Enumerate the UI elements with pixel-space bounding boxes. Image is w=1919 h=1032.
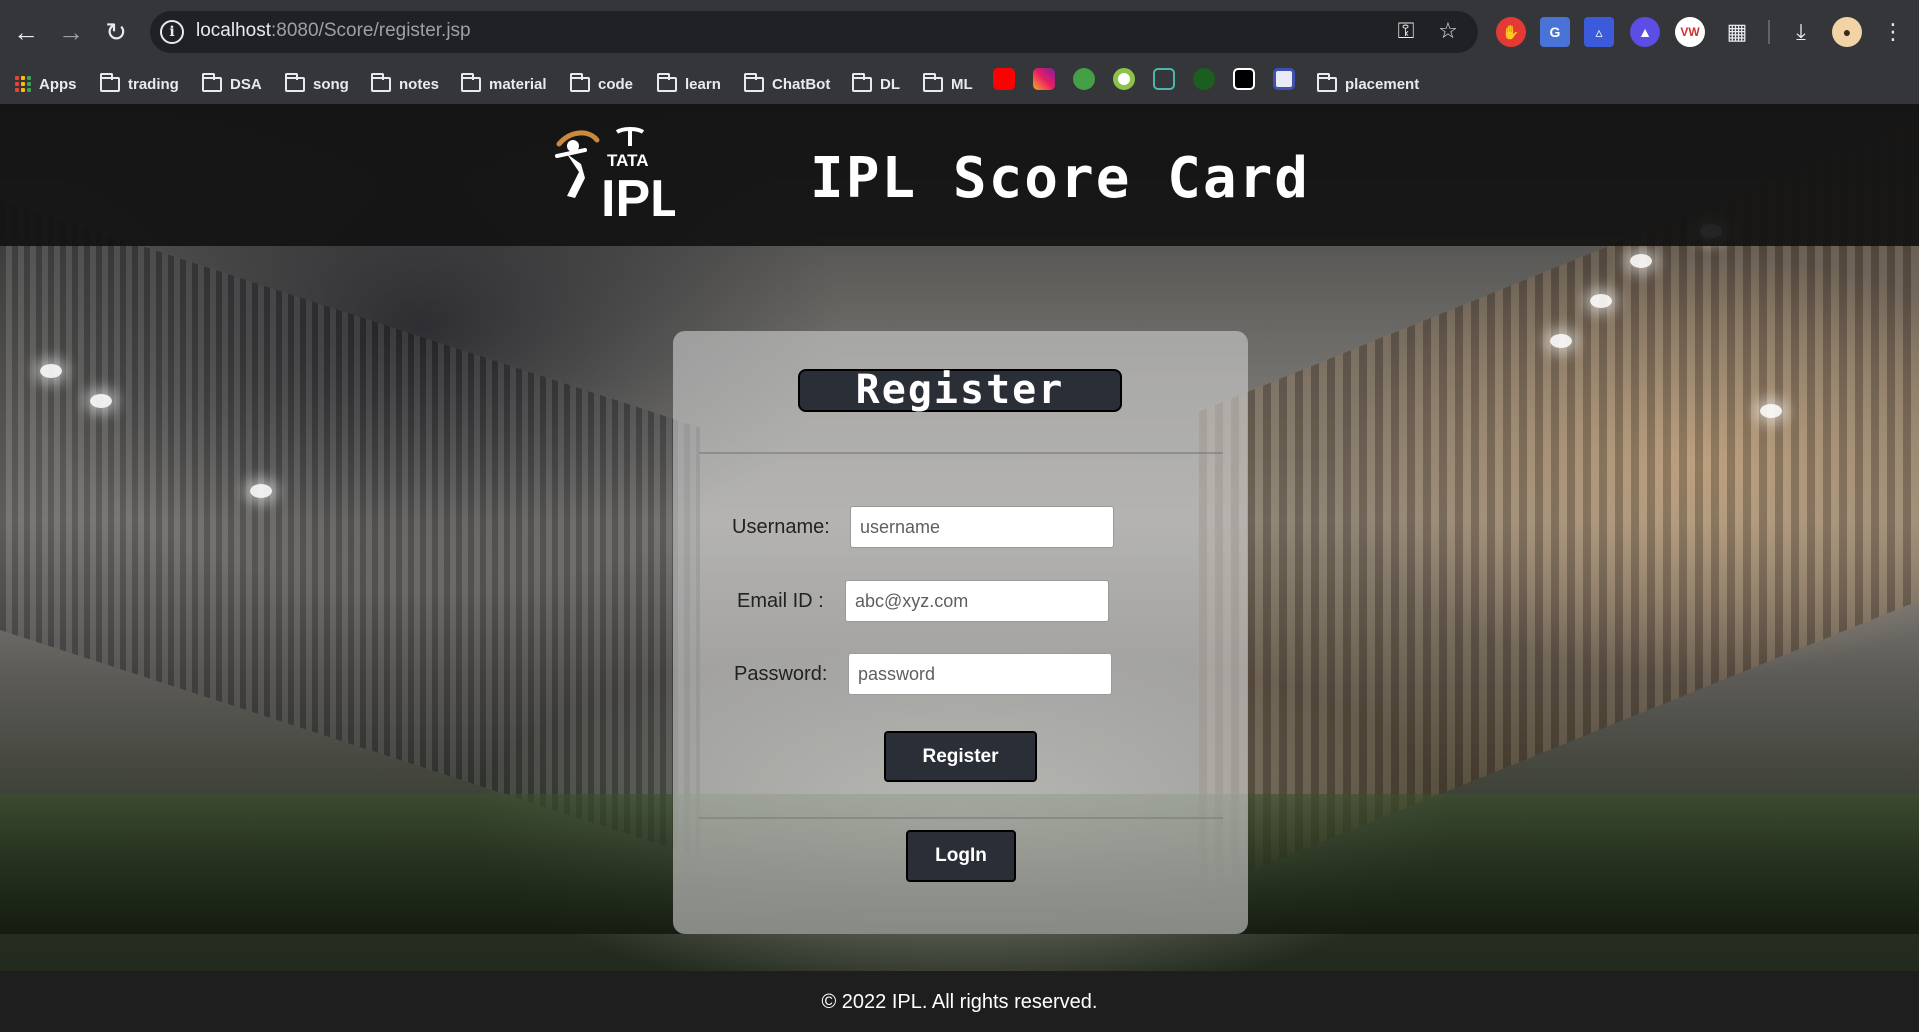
bookmark-folder-dl[interactable]: DL <box>852 71 900 97</box>
folder-icon <box>570 72 590 92</box>
more-vert-icon[interactable]: ⋮ <box>1877 16 1909 48</box>
page-title: IPL Score Card <box>810 146 1311 211</box>
bookmark-label: learn <box>685 75 721 93</box>
folder-icon <box>744 72 764 92</box>
green-circle-bookmark-icon[interactable] <box>1073 68 1095 90</box>
folder-icon <box>100 72 120 92</box>
download-icon[interactable]: ⤓ <box>1785 16 1817 48</box>
copyright-text: © 2022 IPL. All rights reserved. <box>821 991 1098 1013</box>
folder-icon <box>461 72 481 92</box>
email-input[interactable] <box>845 580 1109 622</box>
folder-icon <box>371 72 391 92</box>
folder-icon <box>285 72 305 92</box>
bookmark-label: song <box>313 75 349 93</box>
bookmark-label: material <box>489 75 547 93</box>
bookmark-folder-placement[interactable]: placement <box>1317 71 1419 97</box>
bookmark-label: ChatBot <box>772 75 831 93</box>
flame-extension-icon[interactable]: ▲ <box>1630 17 1660 47</box>
forward-arrow-icon[interactable]: → <box>53 14 89 50</box>
bookmarks-bar: Apps trading DSA song notes material cod… <box>0 64 1919 104</box>
reload-icon[interactable]: ↻ <box>98 14 134 50</box>
folder-icon <box>852 72 872 92</box>
bookmark-folder-song[interactable]: song <box>285 71 349 97</box>
bookmark-folder-notes[interactable]: notes <box>371 71 439 97</box>
bookmark-label: Apps <box>39 75 77 93</box>
divider-top <box>699 452 1223 454</box>
leaf-bookmark-icon[interactable] <box>1193 68 1215 90</box>
bookmark-label: code <box>598 75 634 93</box>
password-key-icon[interactable]: ⚿ <box>1391 16 1421 46</box>
folder-icon <box>1317 72 1337 92</box>
bookmark-folder-chatbot[interactable]: ChatBot <box>744 71 830 97</box>
folder-icon <box>657 72 677 92</box>
bookmark-label: DSA <box>230 75 262 93</box>
site-header: TATA IPL IPL Score Card <box>0 104 1919 246</box>
register-card: Register Username: Email ID : Password: … <box>673 331 1248 934</box>
profile-avatar-icon[interactable]: ● <box>1832 17 1862 47</box>
floodlight <box>90 394 112 408</box>
network-extension-icon[interactable]: ▵ <box>1584 17 1614 47</box>
login-button[interactable]: LogIn <box>906 830 1016 882</box>
site-info-icon[interactable]: i <box>160 20 184 44</box>
url-path: :8080/Score/register.jsp <box>271 20 471 41</box>
url-host: localhost <box>196 20 271 41</box>
email-label: Email ID : <box>737 590 824 612</box>
register-button[interactable]: Register <box>884 731 1037 782</box>
bookmark-folder-trading[interactable]: trading <box>100 71 179 97</box>
floodlight <box>40 364 62 378</box>
extensions-puzzle-icon[interactable]: ▦ <box>1721 16 1753 48</box>
bookmark-folder-code[interactable]: code <box>570 71 633 97</box>
instagram-bookmark-icon[interactable] <box>1033 68 1055 90</box>
vw-extension-icon[interactable]: VW <box>1675 17 1705 47</box>
bookmark-apps[interactable]: Apps <box>15 71 77 97</box>
blue-square-bookmark-icon[interactable] <box>1273 68 1295 90</box>
floodlight <box>1550 334 1572 348</box>
r-bookmark-icon[interactable] <box>1233 68 1255 90</box>
apps-grid-icon <box>15 76 31 92</box>
bookmark-label: placement <box>1345 75 1420 93</box>
password-label: Password: <box>734 663 828 685</box>
bookmark-label: trading <box>128 75 179 93</box>
password-input[interactable] <box>848 653 1112 695</box>
register-heading: Register <box>798 369 1122 412</box>
translate-extension-icon[interactable]: G <box>1540 17 1570 47</box>
browser-toolbar: ← → ↻ i localhost:8080/Score/register.js… <box>0 0 1919 64</box>
floodlight <box>1590 294 1612 308</box>
username-input[interactable] <box>850 506 1114 548</box>
star-bookmark-icon[interactable]: ☆ <box>1433 16 1463 46</box>
logo-tata-text: TATA <box>607 151 649 170</box>
adblock-extension-icon[interactable]: ✋ <box>1496 17 1526 47</box>
bookmark-folder-material[interactable]: material <box>461 71 547 97</box>
bookmark-label: DL <box>880 75 900 93</box>
floodlight <box>250 484 272 498</box>
bookmark-folder-dsa[interactable]: DSA <box>202 71 262 97</box>
site-footer: © 2022 IPL. All rights reserved. <box>0 971 1919 1032</box>
url-text[interactable]: localhost:8080/Score/register.jsp <box>196 20 471 42</box>
z-bookmark-icon[interactable] <box>1153 68 1175 90</box>
floodlight <box>1760 404 1782 418</box>
bookmark-label: ML <box>951 75 973 93</box>
ring-bookmark-icon[interactable] <box>1113 68 1135 90</box>
ipl-logo[interactable]: TATA IPL <box>545 126 675 221</box>
folder-icon <box>923 72 943 92</box>
back-arrow-icon[interactable]: ← <box>8 14 44 50</box>
logo-ipl-text: IPL <box>601 170 675 221</box>
username-label: Username: <box>732 516 830 538</box>
divider-bottom <box>699 817 1223 819</box>
folder-icon <box>202 72 222 92</box>
toolbar-divider <box>1768 20 1770 44</box>
bookmark-folder-ml[interactable]: ML <box>923 71 973 97</box>
web-page: TATA IPL IPL Score Card Register Usernam… <box>0 104 1919 1032</box>
youtube-bookmark-icon[interactable] <box>993 68 1015 90</box>
floodlight <box>1630 254 1652 268</box>
bookmark-label: notes <box>399 75 440 93</box>
bookmark-folder-learn[interactable]: learn <box>657 71 721 97</box>
